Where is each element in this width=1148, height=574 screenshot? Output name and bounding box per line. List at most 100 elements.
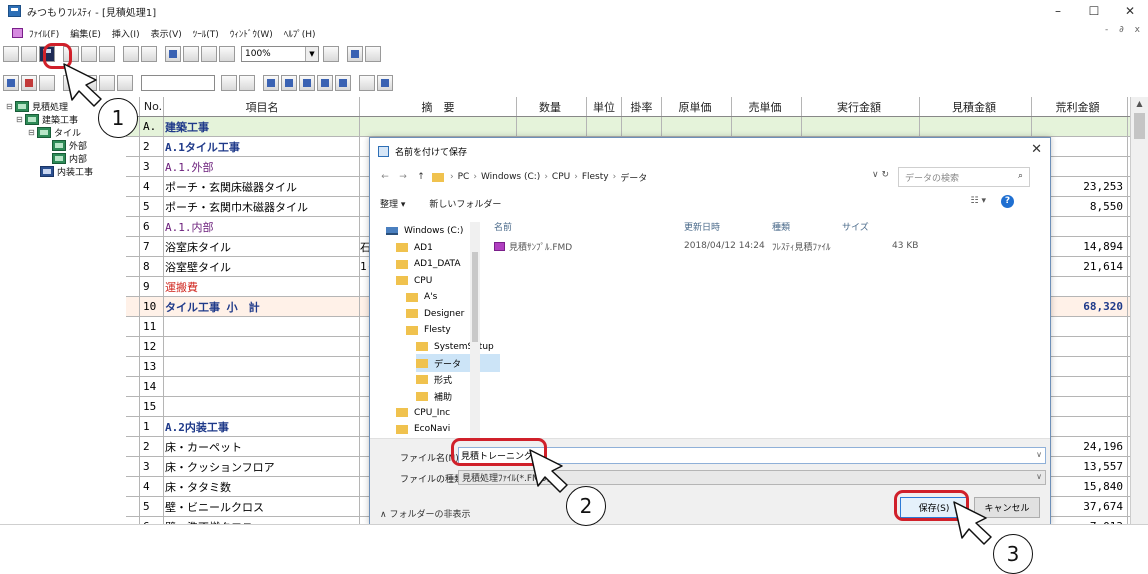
item-name-cell[interactable]: A.2内装工事 (164, 417, 360, 436)
collapse-icon[interactable]: ⊟ (16, 115, 25, 124)
col-profit[interactable]: 荒利金額 (1032, 97, 1128, 116)
col-est[interactable]: 見積金額 (920, 97, 1032, 116)
desc-cell[interactable] (360, 117, 517, 136)
row-marker[interactable] (126, 197, 140, 216)
window-list-icon[interactable] (347, 46, 363, 62)
nav-scrollbar[interactable] (470, 222, 480, 440)
scroll-thumb[interactable] (1134, 113, 1145, 139)
menu-edit[interactable]: 編集(E) (70, 27, 101, 40)
row-marker[interactable] (126, 217, 140, 236)
row-number[interactable]: 11 (140, 317, 164, 336)
row-number[interactable]: 15 (140, 397, 164, 416)
row-marker[interactable] (126, 257, 140, 276)
row-marker[interactable] (126, 157, 140, 176)
exec-cell[interactable] (802, 117, 920, 136)
tree-node-exterior[interactable]: 外部 (52, 139, 87, 152)
copy-row-icon[interactable] (239, 75, 255, 91)
row-marker[interactable] (126, 297, 140, 316)
close-icon[interactable]: ✕ (1112, 0, 1148, 22)
report-icon[interactable] (359, 75, 375, 91)
doc4-icon[interactable] (317, 75, 333, 91)
item-name-cell[interactable] (164, 357, 360, 376)
scroll-up-icon[interactable]: ▲ (1131, 97, 1148, 111)
col-header-size[interactable]: サイズ (842, 218, 869, 234)
minimize-icon[interactable]: – (1040, 0, 1076, 22)
col-sell[interactable]: 売単価 (732, 97, 802, 116)
breadcrumb-drive[interactable]: Windows (C:) (481, 172, 540, 182)
item-name-cell[interactable]: 床・タタミ数 (164, 477, 360, 496)
item-name-cell[interactable]: 床・クッションフロア (164, 457, 360, 476)
menu-file[interactable]: ﾌｧｲﾙ(F) (29, 27, 59, 40)
row-number[interactable]: 7 (140, 237, 164, 256)
search-input[interactable]: データの検索 ⌕ (898, 167, 1030, 187)
item-name-cell[interactable]: 床・カーペット (164, 437, 360, 456)
menu-tools[interactable]: ﾂｰﾙ(T) (193, 27, 219, 40)
col-unit[interactable]: 単位 (587, 97, 622, 116)
row-number[interactable]: 4 (140, 177, 164, 196)
find-icon[interactable] (183, 46, 199, 62)
col-header-date[interactable]: 更新日時 (684, 218, 720, 234)
row-marker[interactable] (126, 517, 140, 524)
preview-p-icon[interactable] (377, 75, 393, 91)
refresh-icon[interactable]: ∨ ↻ (872, 170, 889, 180)
new-folder-button[interactable]: 新しいフォルダー (429, 197, 501, 210)
print-preview-icon[interactable] (165, 46, 181, 62)
row-number[interactable]: 9 (140, 277, 164, 296)
item-name-cell[interactable]: 壁・ビニールクロス (164, 497, 360, 516)
item-name-cell[interactable]: A.1.内部 (164, 217, 360, 236)
profit-cell[interactable] (1032, 117, 1128, 136)
check-icon[interactable] (323, 46, 339, 62)
doc3-icon[interactable] (299, 75, 315, 91)
doc1-icon[interactable] (263, 75, 279, 91)
nav-item[interactable]: AD1_DATA (396, 255, 480, 273)
item-name-cell[interactable]: 建築工事 (164, 117, 360, 136)
row-marker[interactable] (126, 397, 140, 416)
tree-node-building[interactable]: ⊟ 建築工事 (16, 113, 78, 126)
address-bar[interactable]: › PC › Windows (C:) › CPU › Flesty › データ (432, 167, 872, 187)
cost-cell[interactable] (662, 117, 732, 136)
unit-cell[interactable] (587, 117, 622, 136)
row-number[interactable]: 14 (140, 377, 164, 396)
row-number[interactable]: 3 (140, 457, 164, 476)
back-arrow-icon[interactable]: ← (378, 172, 392, 182)
item-name-cell[interactable] (164, 317, 360, 336)
toolbar-text-input[interactable] (141, 75, 215, 91)
doc5-icon[interactable] (335, 75, 351, 91)
grid-scrollbar[interactable]: ▲ (1130, 97, 1148, 524)
nav-item[interactable]: CPU_Inc (396, 404, 480, 422)
maximize-icon[interactable]: ☐ (1076, 0, 1112, 22)
file-row[interactable]: 見積ｻﾝﾌﾟﾙ.FMD (494, 238, 572, 254)
delete-row-icon[interactable] (21, 75, 37, 91)
row-marker[interactable] (126, 317, 140, 336)
tree-node-root[interactable]: ⊟ 見積処理 (6, 100, 68, 113)
menu-help[interactable]: ﾍﾙﾌﾟ(H) (284, 27, 316, 40)
row-number[interactable]: 6 (140, 217, 164, 236)
item-name-cell[interactable]: A.1タイル工事 (164, 137, 360, 156)
nav-item[interactable]: EcoNavi (396, 420, 480, 438)
col-header-type[interactable]: 種類 (772, 218, 790, 234)
row-marker[interactable] (126, 177, 140, 196)
grid-icon[interactable] (39, 75, 55, 91)
row-marker[interactable] (126, 437, 140, 456)
row-marker[interactable] (126, 457, 140, 476)
row-number[interactable]: 1 (140, 417, 164, 436)
item-name-cell[interactable]: ポーチ・玄関巾木磁器タイル (164, 197, 360, 216)
item-name-cell[interactable]: タイル工事 小 計 (164, 297, 360, 316)
view-options-icon[interactable]: ☷ ▾ (971, 196, 986, 206)
breadcrumb-cpu[interactable]: CPU (552, 172, 570, 182)
row-marker[interactable] (126, 277, 140, 296)
item-name-cell[interactable]: 浴室床タイル (164, 237, 360, 256)
redo-icon[interactable] (141, 46, 157, 62)
row-number[interactable]: 2 (140, 137, 164, 156)
col-header-name[interactable]: 名前 (494, 218, 512, 234)
row-marker[interactable] (126, 237, 140, 256)
col-qty[interactable]: 数量 (517, 97, 587, 116)
col-rate[interactable]: 掛率 (622, 97, 662, 116)
up-arrow-icon[interactable]: ↑ (414, 172, 428, 182)
item-name-cell[interactable]: 浴室壁タイル (164, 257, 360, 276)
open-folder-icon[interactable] (21, 46, 37, 62)
row-number[interactable]: 6 (140, 517, 164, 524)
help-icon[interactable]: ? (1001, 195, 1014, 208)
qty-cell[interactable] (517, 117, 587, 136)
item-name-cell[interactable]: ポーチ・玄関床磁器タイル (164, 177, 360, 196)
